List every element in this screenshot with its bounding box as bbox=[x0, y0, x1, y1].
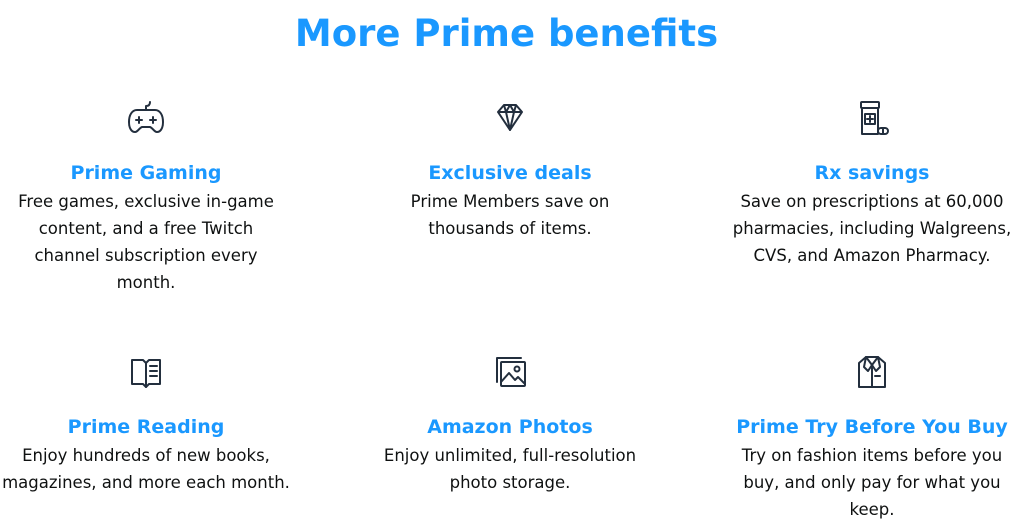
benefit-description: Prime Members save on thousands of items… bbox=[410, 192, 610, 238]
prescription-bottle-icon bbox=[852, 98, 892, 138]
benefit-title: Rx savings bbox=[814, 162, 930, 184]
benefit-prime-try-before-you-buy: Prime Try Before You Buy Try on fashion … bbox=[722, 352, 1013, 523]
benefit-description: Enjoy hundreds of new books, magazines, … bbox=[2, 446, 290, 492]
benefit-title: Prime Gaming bbox=[70, 162, 222, 184]
benefit-prime-reading: Prime Reading Enjoy hundreds of new book… bbox=[0, 352, 296, 496]
benefit-description: Free games, exclusive in-game content, a… bbox=[18, 192, 274, 292]
benefit-rx-savings: Rx savings Save on prescriptions at 60,0… bbox=[722, 98, 1013, 269]
benefit-amazon-photos: Amazon Photos Enjoy unlimited, full-reso… bbox=[360, 352, 660, 496]
benefit-description: Enjoy unlimited, full-resolution photo s… bbox=[383, 446, 637, 492]
benefit-title: Amazon Photos bbox=[427, 416, 593, 438]
shirt-icon bbox=[852, 352, 892, 392]
photos-icon bbox=[490, 352, 530, 392]
benefit-exclusive-deals: Exclusive deals Prime Members save on th… bbox=[360, 98, 660, 242]
benefit-description: Try on fashion items before you buy, and… bbox=[741, 446, 1003, 519]
game-controller-icon bbox=[126, 98, 166, 138]
diamond-icon bbox=[490, 98, 530, 138]
benefit-prime-gaming: Prime Gaming Free games, exclusive in-ga… bbox=[0, 98, 296, 296]
benefit-title: Exclusive deals bbox=[428, 162, 592, 184]
benefit-description: Save on prescriptions at 60,000 pharmaci… bbox=[732, 192, 1012, 265]
page-title: More Prime benefits bbox=[294, 12, 719, 55]
benefit-title: Prime Try Before You Buy bbox=[736, 416, 1008, 438]
open-book-icon bbox=[126, 352, 166, 392]
benefit-title: Prime Reading bbox=[67, 416, 225, 438]
